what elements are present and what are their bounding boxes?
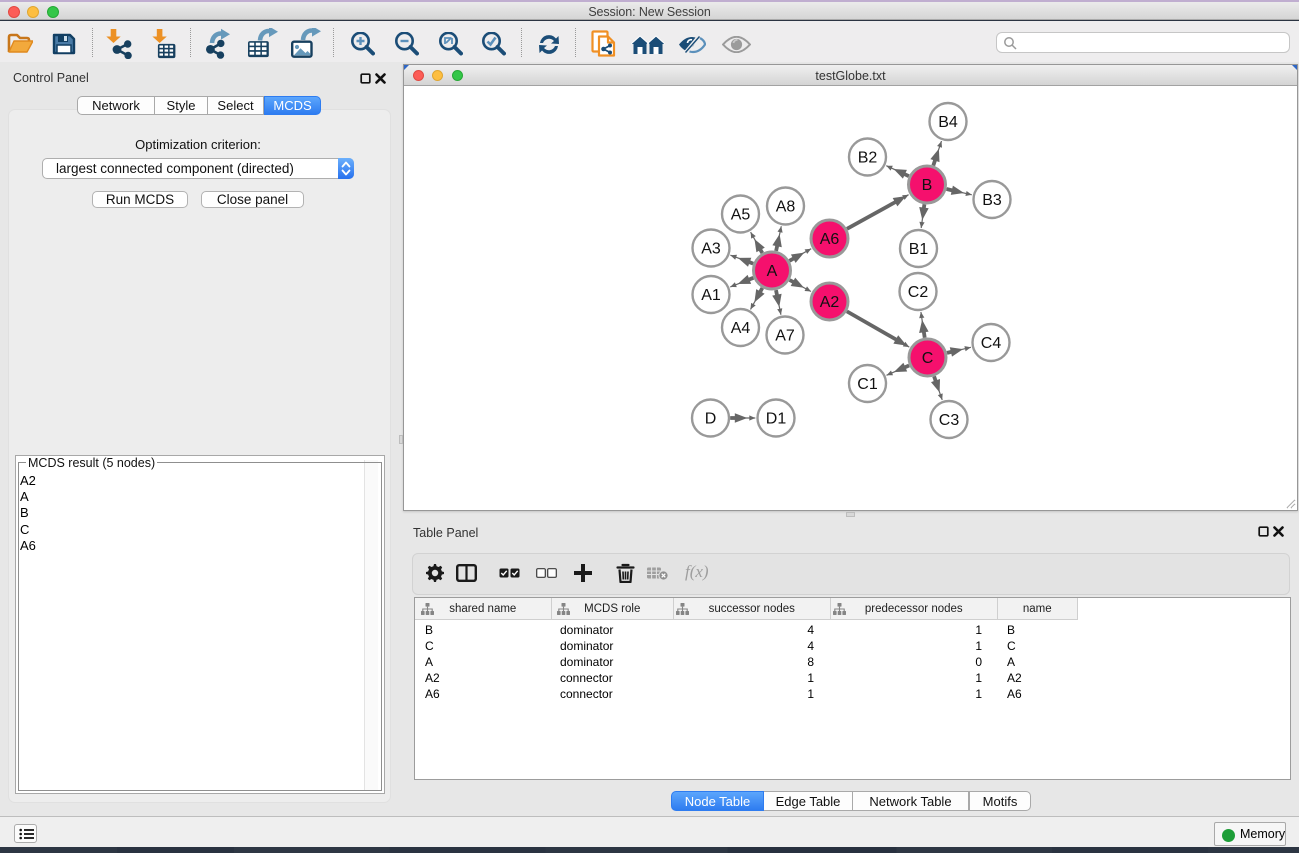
- svg-text:C4: C4: [981, 335, 1002, 352]
- svg-text:A4: A4: [731, 320, 751, 337]
- svg-text:B3: B3: [982, 192, 1002, 209]
- svg-text:C: C: [922, 350, 934, 367]
- svg-text:A1: A1: [701, 287, 721, 304]
- svg-text:A: A: [767, 263, 778, 280]
- svg-text:B2: B2: [858, 150, 878, 167]
- svg-text:A5: A5: [731, 207, 751, 224]
- svg-text:D1: D1: [766, 411, 787, 428]
- svg-text:C1: C1: [857, 376, 878, 393]
- svg-text:B4: B4: [938, 114, 958, 131]
- svg-text:A7: A7: [775, 328, 795, 345]
- svg-text:D: D: [705, 411, 717, 428]
- svg-text:B: B: [922, 177, 933, 194]
- svg-text:A6: A6: [820, 231, 840, 248]
- svg-text:A3: A3: [701, 241, 721, 258]
- svg-text:B1: B1: [909, 241, 929, 258]
- svg-text:A2: A2: [820, 294, 840, 311]
- svg-text:A8: A8: [776, 199, 796, 216]
- svg-text:C3: C3: [939, 412, 960, 429]
- svg-text:C2: C2: [908, 284, 929, 301]
